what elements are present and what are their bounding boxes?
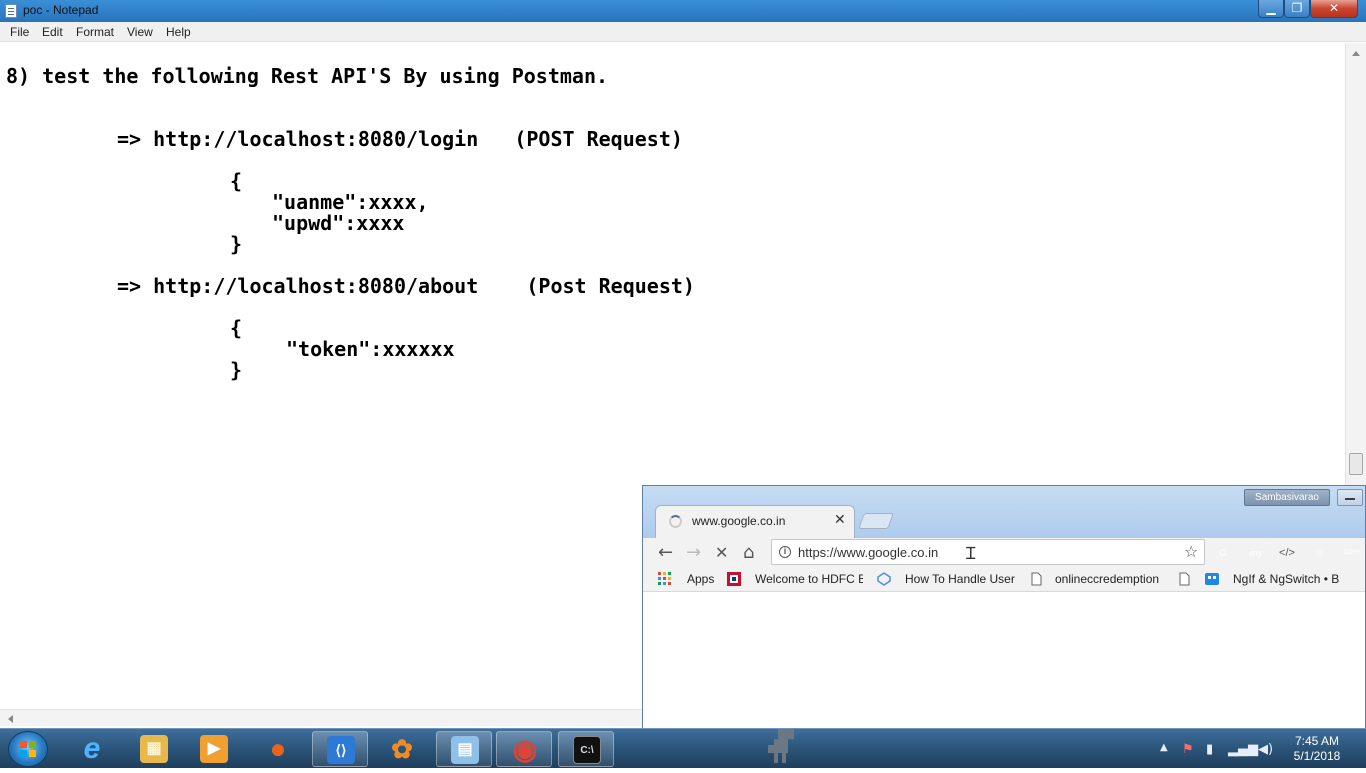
minimize-button[interactable]: ▁ bbox=[1258, 0, 1284, 18]
taskbar-flower-app[interactable]: ✿ bbox=[374, 731, 430, 767]
bookmark-ngif-ngswitch[interactable]: NgIf & NgSwitch • B bbox=[1233, 572, 1343, 586]
close-button[interactable]: ✕ bbox=[1310, 0, 1358, 18]
bookmark-onlineccredemption[interactable]: onlineccredemption bbox=[1055, 572, 1163, 586]
text-line: => http://localhost:8080/login (POST Req… bbox=[117, 127, 683, 151]
scroll-thumb[interactable] bbox=[1349, 453, 1363, 475]
network-signal-icon[interactable]: ▂▄▆ bbox=[1228, 742, 1258, 757]
system-clock[interactable]: 7:45 AM 5/1/2018 bbox=[1286, 734, 1348, 764]
cors-extension-icon[interactable]: CORS bbox=[1343, 545, 1361, 561]
taskbar-cmd[interactable]: C:\ bbox=[558, 731, 614, 767]
horizontal-scrollbar[interactable] bbox=[0, 709, 642, 726]
text-line: } bbox=[230, 232, 243, 256]
bookmark-hdfc[interactable]: Welcome to HDFC B bbox=[755, 572, 863, 586]
text-cursor-icon: Ɪ bbox=[966, 544, 976, 564]
page-icon[interactable] bbox=[1029, 572, 1043, 586]
system-tray: ▲ ⚑ ▮ ▂▄▆ ◀) 7:45 AM 5/1/2018 bbox=[1156, 729, 1366, 769]
vscode-icon: ⟨⟩ bbox=[327, 736, 355, 764]
profile-button[interactable]: Sambasivarao bbox=[1244, 489, 1330, 506]
clock-date: 5/1/2018 bbox=[1293, 749, 1341, 763]
notepad-icon: ▤ bbox=[451, 736, 479, 764]
loading-spinner-icon bbox=[669, 515, 682, 528]
action-center-flag-icon[interactable]: ⚑ bbox=[1182, 742, 1194, 757]
url-text: https://www.google.co.in bbox=[798, 545, 939, 560]
browser-tab[interactable]: www.google.co.in ✕ bbox=[655, 505, 855, 538]
media-player-icon: ▶ bbox=[200, 735, 228, 763]
code-extension-icon[interactable]: </> bbox=[1279, 545, 1295, 561]
cmd-icon: C:\ bbox=[573, 736, 601, 764]
taskbar-notepad[interactable]: ▤ bbox=[436, 731, 492, 767]
taskbar-ie[interactable]: e bbox=[64, 731, 120, 767]
menu-view[interactable]: View bbox=[127, 25, 153, 39]
show-hidden-icons-icon[interactable]: ▲ bbox=[1160, 742, 1168, 753]
menu-bar: File Edit Format View Help bbox=[0, 22, 1366, 42]
bookmarks-bar: Apps Welcome to HDFC B How To Handle Use… bbox=[643, 568, 1365, 592]
text-line: { bbox=[230, 316, 243, 340]
text-line: "token":xxxxxx bbox=[286, 337, 455, 361]
maximize-button[interactable]: ❐ bbox=[1284, 0, 1310, 18]
home-icon[interactable]: ⌂ bbox=[743, 542, 754, 563]
robot-icon[interactable] bbox=[1204, 572, 1219, 586]
text-line: } bbox=[230, 358, 243, 382]
browser-toolbar: ← → ✕ ⌂ i https://www.google.co.in Ɪ ☆ G… bbox=[643, 538, 1365, 568]
taskbar-vscode[interactable]: ⟨⟩ bbox=[312, 731, 368, 767]
my-extension-icon[interactable]: my bbox=[1247, 545, 1265, 561]
volume-icon[interactable]: ◀) bbox=[1258, 742, 1273, 757]
bookmark-how-to-handle[interactable]: How To Handle User bbox=[905, 572, 1015, 586]
stop-icon[interactable]: ✕ bbox=[715, 543, 728, 562]
page-content[interactable] bbox=[643, 593, 1365, 728]
taskbar-chrome[interactable]: ◉ bbox=[496, 731, 552, 767]
taskbar-firefox[interactable]: ● bbox=[250, 731, 306, 767]
menu-file[interactable]: File bbox=[10, 25, 29, 39]
text-line: 8) test the following Rest API'S By usin… bbox=[6, 64, 609, 88]
new-tab-button[interactable] bbox=[858, 513, 894, 529]
text-line: => http://localhost:8080/about (Post Req… bbox=[117, 274, 695, 298]
tab-title: www.google.co.in bbox=[692, 514, 786, 528]
start-button[interactable] bbox=[8, 731, 48, 767]
flower-app-icon: ✿ bbox=[391, 734, 413, 764]
text-line: { bbox=[230, 169, 243, 193]
hdfc-icon[interactable] bbox=[727, 572, 741, 586]
dino-icon bbox=[760, 729, 800, 769]
window-title: poc - Notepad bbox=[23, 3, 99, 17]
notepad-titlebar[interactable]: poc - Notepad ▁ ❐ ✕ bbox=[0, 0, 1366, 22]
notepad-app-icon bbox=[5, 4, 17, 18]
internet-explorer-icon: e bbox=[83, 732, 101, 765]
back-icon[interactable]: ← bbox=[658, 542, 673, 563]
apps-grid-icon[interactable] bbox=[658, 572, 672, 586]
taskbar-explorer[interactable]: ▦ bbox=[126, 731, 182, 767]
file-explorer-icon: ▦ bbox=[140, 735, 168, 763]
menu-help[interactable]: Help bbox=[166, 25, 191, 39]
bookmark-star-icon[interactable]: ☆ bbox=[1184, 542, 1198, 561]
page-icon[interactable] bbox=[1177, 572, 1191, 586]
taskbar-media-player[interactable]: ▶ bbox=[186, 731, 242, 767]
taskbar: e ▦ ▶ ● ⟨⟩ ✿ ▤ ◉ C:\ ▲ ⚑ ▮ ▂▄▆ ◀) 7:45 A… bbox=[0, 728, 1366, 768]
tab-close-icon[interactable]: ✕ bbox=[834, 512, 846, 528]
address-bar[interactable]: i https://www.google.co.in Ɪ ☆ bbox=[771, 539, 1205, 565]
firefox-icon: ● bbox=[269, 733, 287, 764]
battery-icon[interactable]: ▮ bbox=[1206, 742, 1213, 757]
chrome-window: Sambasivarao www.google.co.in ✕ ← → ✕ ⌂ … bbox=[642, 485, 1366, 728]
chrome-minimize-button[interactable] bbox=[1337, 489, 1363, 506]
codepen-icon[interactable] bbox=[877, 572, 891, 586]
forward-icon[interactable]: → bbox=[686, 542, 701, 563]
g-extension-icon[interactable]: G bbox=[1215, 545, 1231, 561]
screenshot-extension-icon[interactable]: ◎ bbox=[1311, 545, 1327, 561]
scroll-up-icon[interactable] bbox=[1352, 51, 1360, 56]
text-line: "upwd":xxxx bbox=[272, 211, 405, 235]
clock-time: 7:45 AM bbox=[1294, 734, 1340, 748]
chrome-icon: ◉ bbox=[512, 734, 538, 765]
info-icon[interactable]: i bbox=[779, 546, 791, 558]
chrome-frame[interactable]: Sambasivarao www.google.co.in ✕ bbox=[643, 486, 1365, 538]
scroll-left-icon[interactable] bbox=[8, 715, 13, 723]
menu-edit[interactable]: Edit bbox=[42, 25, 63, 39]
bookmark-apps[interactable]: Apps bbox=[687, 572, 714, 586]
menu-format[interactable]: Format bbox=[76, 25, 114, 39]
